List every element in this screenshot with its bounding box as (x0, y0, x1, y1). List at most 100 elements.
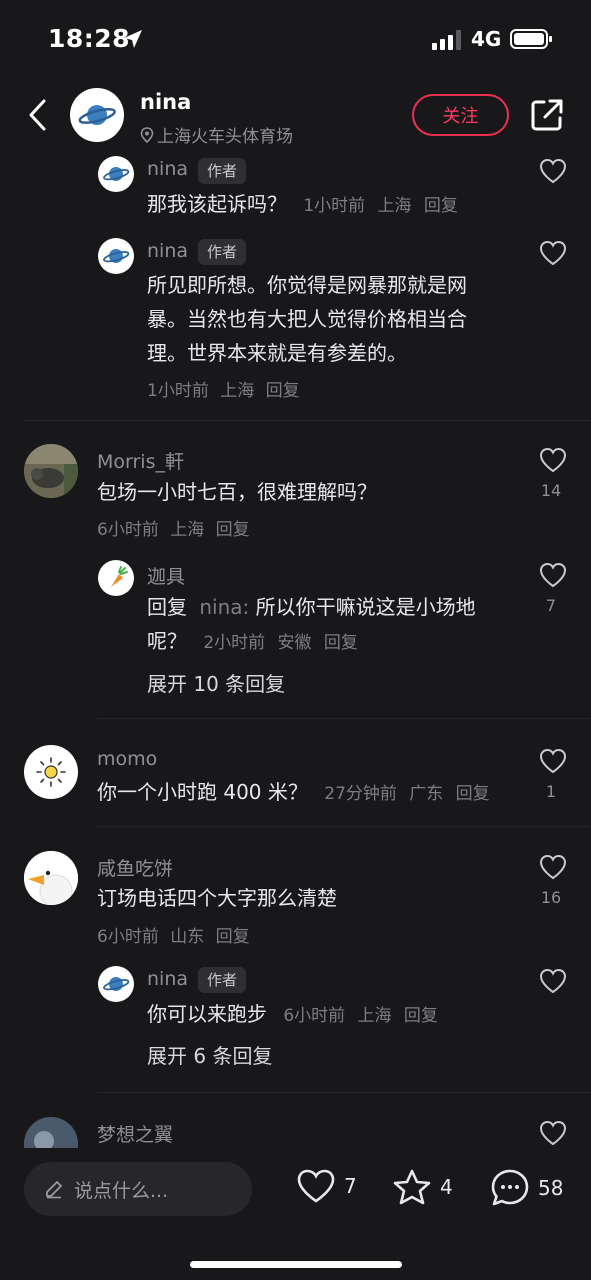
post-location-text: 上海火车头体育场 (157, 127, 293, 147)
comment-text-line: 那我该起诉吗？ 1小时前 上海 回复 (147, 187, 458, 223)
comment-bubble-icon (491, 1169, 529, 1206)
comment-text: 你可以来跑步 (147, 1002, 267, 1026)
comments-button[interactable]: 58 (490, 1168, 563, 1208)
commenter-name[interactable]: nina (147, 158, 188, 180)
location-arrow-icon (124, 30, 142, 48)
comment-text: 所见即所想。你觉得是网暴那就是网 (147, 273, 467, 297)
reply-to-user[interactable]: nina (199, 595, 242, 619)
back-icon[interactable] (26, 97, 48, 133)
author-tag: 作者 (198, 158, 247, 184)
author-tag: 作者 (198, 967, 247, 993)
comment-time: 6小时前 (97, 927, 159, 947)
star-icon (393, 1169, 431, 1205)
heart-icon[interactable] (538, 240, 568, 266)
comment-count: 58 (538, 1176, 564, 1200)
heart-icon[interactable] (538, 968, 568, 994)
like-count: 14 (540, 481, 562, 500)
follow-button[interactable]: 关注 (412, 94, 509, 136)
comment-text: 理。世界本来就是有参差的。 (147, 341, 407, 365)
share-icon[interactable] (530, 98, 564, 132)
like-count: 16 (540, 888, 562, 907)
heart-icon[interactable] (538, 562, 568, 588)
comment-text-line: 你一个小时跑 400 米？ 27分钟前 广东 回复 (97, 775, 490, 811)
divider (97, 826, 591, 827)
network-type: 4G (471, 27, 502, 51)
commenter-avatar[interactable] (98, 560, 134, 596)
reply-link[interactable]: 回复 (456, 784, 490, 804)
commenter-avatar[interactable] (24, 851, 78, 905)
commenter-name[interactable]: nina (147, 968, 188, 990)
comment-text: 所以你干嘛说这是小场地 (255, 595, 476, 619)
comment-region: 上海 (220, 381, 255, 401)
comment-text: 那我该起诉吗？ (147, 192, 287, 216)
comment-input[interactable]: 说点什么... (24, 1162, 252, 1216)
expand-replies-button[interactable]: 展开 6 条回复 (147, 1040, 272, 1069)
reply-link[interactable]: 回复 (266, 381, 300, 401)
author-avatar[interactable] (70, 88, 124, 142)
comment-region: 广东 (409, 784, 444, 804)
commenter-avatar[interactable] (98, 238, 134, 274)
commenter-name[interactable]: 迦具 (147, 562, 185, 589)
commenter-name[interactable]: Morris_軒 (97, 447, 184, 474)
planet-icon (78, 105, 116, 125)
comment-region: 上海 (170, 520, 205, 540)
planet-icon (103, 977, 130, 991)
comment-time: 1小时前 (147, 381, 209, 401)
pencil-icon (46, 1181, 62, 1199)
comment-time: 6小时前 (283, 1006, 346, 1026)
like-button[interactable]: 7 (296, 1168, 357, 1204)
favorite-button[interactable]: 4 (392, 1168, 453, 1206)
heart-icon[interactable] (538, 447, 568, 473)
comment-text: 呢？ (147, 629, 187, 653)
goose-icon (24, 851, 78, 905)
divider (97, 1092, 591, 1093)
reply-link[interactable]: 回复 (424, 196, 458, 216)
commenter-avatar[interactable] (98, 966, 134, 1002)
bottom-action-bar: 说点什么... 7 4 58 (0, 1148, 591, 1280)
comment-time: 27分钟前 (324, 784, 397, 804)
heart-icon[interactable] (538, 158, 568, 184)
comment-time: 2小时前 (203, 633, 266, 653)
commenter-name[interactable]: 梦想之翼 (97, 1120, 173, 1147)
commenter-avatar[interactable] (98, 156, 134, 192)
comment-input-placeholder: 说点什么... (74, 1179, 169, 1202)
comment-meta: 6小时前 上海 回复 (97, 515, 250, 540)
battery-icon (510, 29, 552, 49)
commenter-avatar[interactable] (24, 745, 78, 799)
cellular-signal-icon (432, 30, 461, 50)
reply-link[interactable]: 回复 (404, 1006, 438, 1026)
expand-replies-button[interactable]: 展开 10 条回复 (147, 668, 285, 697)
location-pin-icon (140, 126, 154, 143)
reply-link[interactable]: 回复 (216, 927, 250, 947)
carrot-icon (111, 566, 128, 587)
comment-region: 山东 (170, 927, 205, 947)
like-count: 1 (545, 782, 557, 801)
commenter-avatar[interactable] (24, 444, 78, 498)
reply-link[interactable]: 回复 (324, 633, 358, 653)
commenter-name[interactable]: nina (147, 240, 188, 262)
post-header: nina 上海火车头体育场 关注 (0, 80, 591, 156)
heart-icon[interactable] (538, 1120, 568, 1146)
commenter-name[interactable]: 咸鱼吃饼 (97, 854, 173, 881)
heart-icon (297, 1169, 335, 1203)
post-location[interactable]: 上海火车头体育场 (140, 122, 293, 147)
comment-text: 你一个小时跑 400 米？ (97, 780, 308, 804)
author-name[interactable]: nina (140, 90, 191, 114)
heart-icon[interactable] (538, 748, 568, 774)
commenter-name[interactable]: momo (97, 748, 157, 770)
comment-text: 包场一小时七百，很难理解吗？ (97, 480, 377, 504)
planet-icon (103, 167, 130, 181)
status-time: 18:28 (48, 24, 131, 53)
comment-text: 暴。当然也有大把人觉得价格相当合 (147, 307, 467, 331)
home-indicator[interactable] (190, 1261, 402, 1268)
comment-time: 6小时前 (97, 520, 159, 540)
reply-link[interactable]: 回复 (216, 520, 250, 540)
comment-text-line: 你可以来跑步 6小时前 上海 回复 (147, 997, 438, 1033)
comment-region: 上海 (377, 196, 412, 216)
comment-meta: 1小时前 上海 回复 (147, 376, 300, 401)
cat-photo-icon (24, 444, 78, 498)
reply-prefix: 回复 (147, 595, 187, 619)
planet-icon (103, 249, 130, 263)
author-tag: 作者 (198, 239, 247, 265)
heart-icon[interactable] (538, 854, 568, 880)
